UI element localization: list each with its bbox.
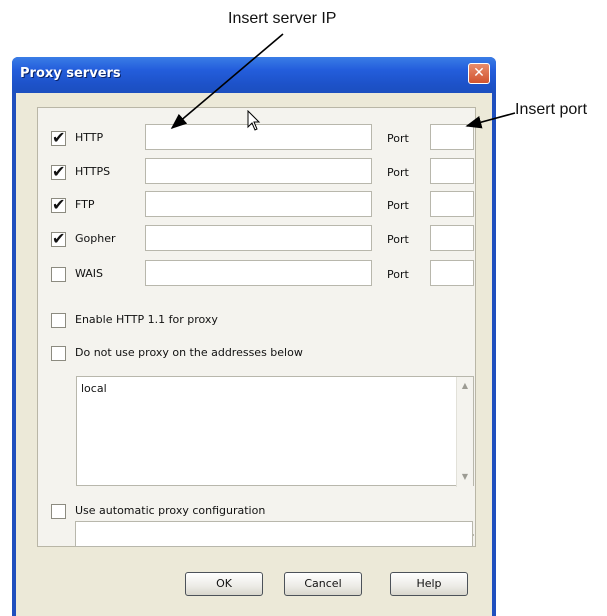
wais-label: WAIS [75, 267, 104, 280]
ftp-server-input[interactable] [145, 191, 372, 217]
bypass-address-list[interactable]: local ▲ ▼ [76, 376, 474, 487]
checkmark-icon: ✔ [52, 162, 66, 181]
option-bypass-addresses: Do not use proxy on the addresses below [51, 342, 471, 368]
proxy-servers-dialog: Proxy servers ✕ ✔ HTTP Port ✔ HTTPS Port… [12, 57, 496, 616]
enable-http11-label: Enable HTTP 1.1 for proxy [75, 313, 218, 326]
scroll-up-arrow-icon[interactable]: ▲ [459, 380, 471, 392]
http-checkbox[interactable]: ✔ [51, 128, 66, 147]
auto-config-checkbox[interactable] [51, 504, 66, 519]
https-server-input[interactable] [145, 158, 372, 184]
http-label: HTTP [75, 131, 104, 144]
gopher-server-input[interactable] [145, 225, 372, 251]
https-port-label: Port [387, 166, 409, 179]
close-icon[interactable]: ✕ [468, 63, 490, 84]
bypass-address-text: local [81, 382, 107, 395]
auto-config-url-field[interactable] [75, 521, 473, 547]
dialog-title: Proxy servers [20, 66, 121, 81]
scroll-down-arrow-icon[interactable]: ▼ [459, 471, 471, 483]
https-port-input[interactable] [430, 158, 474, 184]
auto-config-label: Use automatic proxy configuration [75, 504, 266, 517]
wais-port-input[interactable] [430, 260, 474, 286]
gopher-port-label: Port [387, 233, 409, 246]
annotation-port: Insert port [515, 101, 588, 118]
cancel-button[interactable]: Cancel [284, 572, 362, 596]
ftp-port-label: Port [387, 199, 409, 212]
checkmark-icon: ✔ [52, 195, 66, 214]
gopher-label: Gopher [75, 232, 116, 245]
mouse-cursor-icon [247, 110, 261, 131]
ftp-label: FTP [75, 198, 95, 211]
checkmark-icon: ✔ [52, 128, 66, 147]
wais-server-input[interactable] [145, 260, 372, 286]
ftp-checkbox[interactable]: ✔ [51, 195, 66, 214]
wais-port-label: Port [387, 268, 409, 281]
http-port-input[interactable] [430, 124, 474, 150]
https-label: HTTPS [75, 165, 111, 178]
screenshot-page: Insert server IP Insert port Proxy serve… [0, 0, 607, 616]
gopher-checkbox[interactable]: ✔ [51, 229, 66, 248]
dialog-body: ✔ HTTP Port ✔ HTTPS Port ✔ FTP Port ✔ Go… [16, 93, 492, 616]
proxy-settings-panel: ✔ HTTP Port ✔ HTTPS Port ✔ FTP Port ✔ Go… [37, 107, 476, 547]
ok-button[interactable]: OK [185, 572, 263, 596]
wais-checkbox[interactable] [51, 267, 66, 282]
bypass-label: Do not use proxy on the addresses below [75, 346, 303, 359]
enable-http11-checkbox[interactable] [51, 313, 66, 328]
http-port-label: Port [387, 132, 409, 145]
checkmark-icon: ✔ [52, 229, 66, 248]
annotation-server-ip: Insert server IP [228, 10, 337, 27]
option-enable-http11: Enable HTTP 1.1 for proxy [51, 309, 471, 335]
help-button[interactable]: Help [390, 572, 468, 596]
ftp-port-input[interactable] [430, 191, 474, 217]
dialog-titlebar[interactable]: Proxy servers ✕ [12, 57, 496, 93]
gopher-port-input[interactable] [430, 225, 474, 251]
https-checkbox[interactable]: ✔ [51, 162, 66, 181]
bypass-list-scrollbar[interactable]: ▲ ▼ [456, 377, 473, 487]
bypass-checkbox[interactable] [51, 346, 66, 361]
